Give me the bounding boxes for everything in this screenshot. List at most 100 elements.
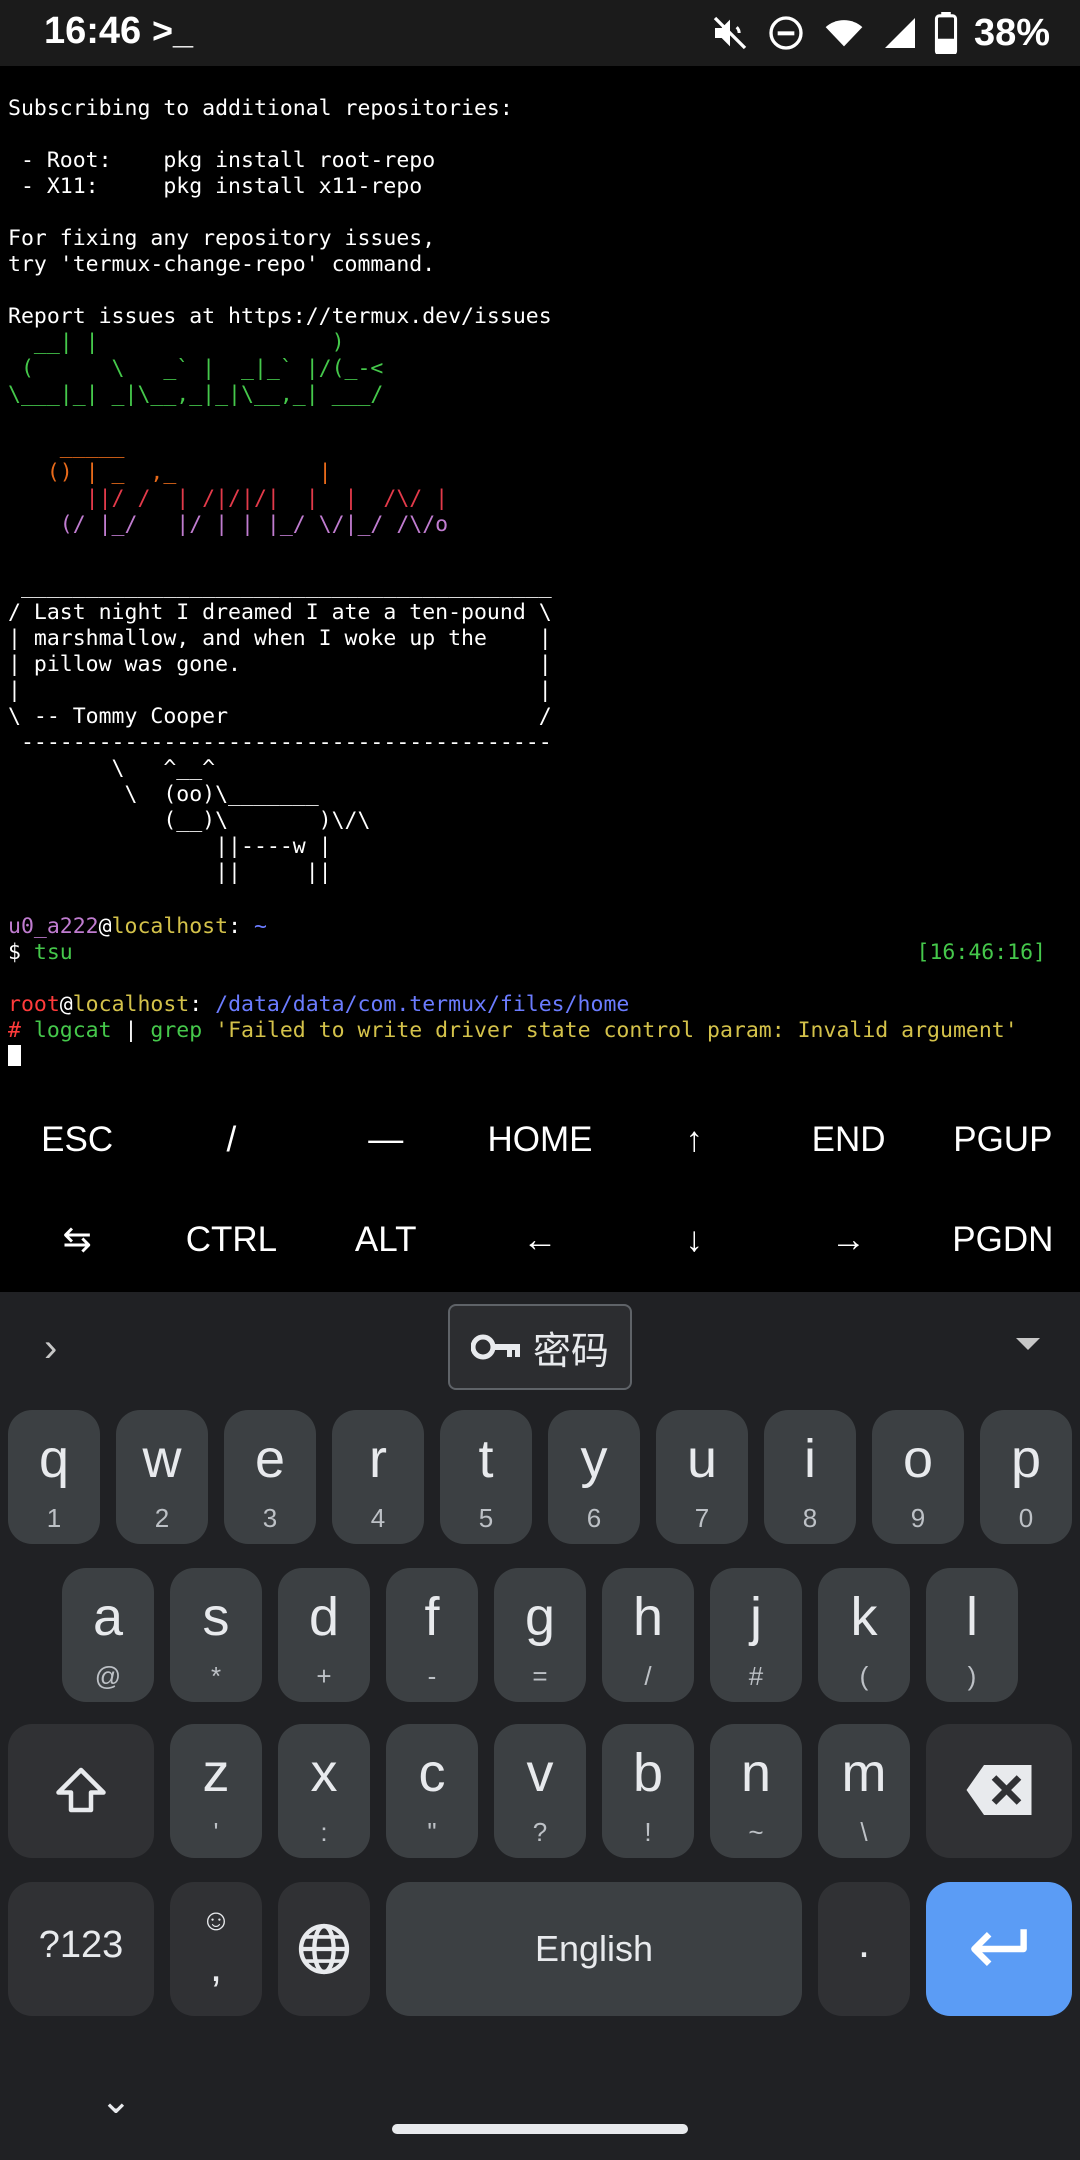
cowsay-line: || || — [8, 860, 332, 885]
terminal-line: Subscribing to additional repositories: — [8, 96, 513, 121]
cowsay-line: ________________________________________… — [8, 574, 552, 599]
cowsay-line: \ ^__^ — [8, 756, 216, 781]
terminal-prompt-icon: >_ — [152, 10, 194, 51]
cowsay-line: | pillow was gone. | — [8, 652, 552, 677]
cowsay-line: (__)\ )\/\ — [8, 808, 371, 833]
dropdown-arrow-icon[interactable] — [1016, 1338, 1040, 1350]
enter-key[interactable] — [926, 1882, 1072, 2016]
key-q[interactable]: q1 — [8, 1410, 100, 1544]
ascii-art-line: (/ |_/ |/ | | |_/ \/|_/ /\/o — [8, 512, 449, 537]
wifi-icon — [825, 20, 863, 47]
comma-key[interactable]: ☺ , — [170, 1882, 262, 2016]
password-suggestion-chip[interactable]: 密码 — [448, 1304, 632, 1390]
esc-key[interactable]: ESC — [0, 1090, 154, 1190]
hide-keyboard-icon[interactable]: ⌄ — [100, 2078, 132, 2123]
tab-key[interactable]: ⇆ — [0, 1190, 154, 1290]
slash-key[interactable]: / — [154, 1090, 308, 1190]
terminal-cursor — [8, 1045, 21, 1066]
pgup-key[interactable]: PGUP — [926, 1090, 1080, 1190]
mute-icon — [713, 16, 747, 50]
suggestion-label: 密码 — [532, 1330, 609, 1373]
backspace-key[interactable] — [926, 1724, 1072, 1858]
key-c[interactable]: c " — [386, 1724, 478, 1858]
key-k[interactable]: k( — [818, 1568, 910, 1702]
cowsay-line: ||----w | — [8, 834, 332, 859]
key-j[interactable]: j # — [710, 1568, 802, 1702]
arrow-right-key[interactable]: → — [771, 1190, 925, 1290]
battery-percent: 38% — [973, 11, 1050, 54]
enter-icon — [971, 1929, 1027, 1967]
ascii-art-line: ( \ _` | _|_` |/(_-< — [8, 356, 384, 381]
dash-key[interactable]: — — [309, 1090, 463, 1190]
alt-key[interactable]: ALT — [309, 1190, 463, 1290]
arrow-down-key[interactable]: ↓ — [617, 1190, 771, 1290]
terminal-line: try 'termux-change-repo' command. — [8, 252, 436, 277]
arrow-left-key[interactable]: ← — [463, 1190, 617, 1290]
ascii-art-line: ||/ / | /|/|/| | | /\/ | — [8, 486, 449, 511]
terminal-cursor-line — [8, 1044, 21, 1066]
key-n[interactable]: n ~ — [710, 1724, 802, 1858]
end-key[interactable]: END — [771, 1090, 925, 1190]
terminal-line: Report issues at https://termux.dev/issu… — [8, 304, 552, 329]
key-x[interactable]: x: — [278, 1724, 370, 1858]
terminal-view[interactable]: Subscribing to additional repositories: … — [0, 66, 1080, 1066]
status-time: 16:46 — [44, 10, 142, 52]
space-bar[interactable]: English — [386, 1882, 802, 2016]
prompt-line: root@localhost: /data/data/com.termux/fi… — [8, 992, 630, 1017]
key-w[interactable]: w2 — [116, 1410, 208, 1544]
key-m[interactable]: m \ — [818, 1724, 910, 1858]
command-line: $ tsu — [8, 940, 73, 965]
home-indicator[interactable] — [392, 2124, 688, 2134]
key-i[interactable]: i8 — [764, 1410, 856, 1544]
key-s[interactable]: s * — [170, 1568, 262, 1702]
key-a[interactable]: a @ — [62, 1568, 154, 1702]
prompt-line: u0_a222@localhost: ~ — [8, 914, 267, 939]
command-timestamp: [16:46:16] — [916, 940, 1046, 965]
key-l[interactable]: l) — [926, 1568, 1018, 1702]
key-y[interactable]: y6 — [548, 1410, 640, 1544]
key-b[interactable]: b! — [602, 1724, 694, 1858]
key-z[interactable]: z ' — [170, 1724, 262, 1858]
key-r[interactable]: r4 — [332, 1410, 424, 1544]
dnd-icon — [769, 16, 803, 50]
soft-keyboard: › 密码 q 1 w 2 e 3 r 4 t 5 y 6 u 7 i 8 o 9 p 0 a @ s * d + f - g = h / j # k… — [0, 1292, 1080, 2160]
cowsay-line: ----------------------------------------… — [8, 730, 552, 755]
terminal-line: - X11: pkg install x11-repo — [8, 174, 423, 199]
ctrl-key[interactable]: CTRL — [154, 1190, 308, 1290]
key-t[interactable]: t5 — [440, 1410, 532, 1544]
ascii-art-line: \___|_| _|\__,_|_|\__,_| ___/ — [8, 382, 384, 407]
language-key[interactable] — [278, 1882, 370, 2016]
key-p[interactable]: p0 — [980, 1410, 1072, 1544]
backspace-icon — [966, 1765, 1032, 1815]
ascii-art-line: () | _ ,_ | — [8, 460, 332, 485]
home-key[interactable]: HOME — [463, 1090, 617, 1190]
key-o[interactable]: o9 — [872, 1410, 964, 1544]
terminal-line: For fixing any repository issues, — [8, 226, 436, 251]
key-v[interactable]: v? — [494, 1724, 586, 1858]
key-f[interactable]: f- — [386, 1568, 478, 1702]
extra-keys-bar: ESC / — HOME ↑ END PGUP ⇆ CTRL ALT ← ↓ →… — [0, 1090, 1080, 1290]
chevron-right-icon[interactable]: › — [44, 1326, 57, 1371]
command-line: # logcat | grep 'Failed to write driver … — [8, 1018, 1018, 1043]
cowsay-line: \ (oo)\_______ — [8, 782, 319, 807]
ascii-art-line: __| | ) — [8, 330, 345, 355]
cowsay-line: / Last night I dreamed I ate a ten-pound… — [8, 600, 552, 625]
status-bar: 16:46 >_ 38% — [0, 0, 1080, 66]
cowsay-line: | | — [8, 678, 552, 703]
symbols-key[interactable]: ?123 — [8, 1882, 154, 2016]
arrow-up-key[interactable]: ↑ — [617, 1090, 771, 1190]
cowsay-line: | marshmallow, and when I woke up the | — [8, 626, 552, 651]
key-g[interactable]: g = — [494, 1568, 586, 1702]
key-h[interactable]: h / — [602, 1568, 694, 1702]
shift-key[interactable] — [8, 1724, 154, 1858]
terminal-line: - Root: pkg install root-repo — [8, 148, 436, 173]
key-u[interactable]: u7 — [656, 1410, 748, 1544]
key-e[interactable]: e3 — [224, 1410, 316, 1544]
battery-icon — [934, 12, 958, 54]
period-key[interactable]: . — [818, 1882, 910, 2016]
cowsay-line: \ -- Tommy Cooper / — [8, 704, 552, 729]
globe-icon — [298, 1923, 350, 1975]
key-d[interactable]: d + — [278, 1568, 370, 1702]
signal-icon — [884, 18, 915, 48]
pgdn-key[interactable]: PGDN — [926, 1190, 1080, 1290]
